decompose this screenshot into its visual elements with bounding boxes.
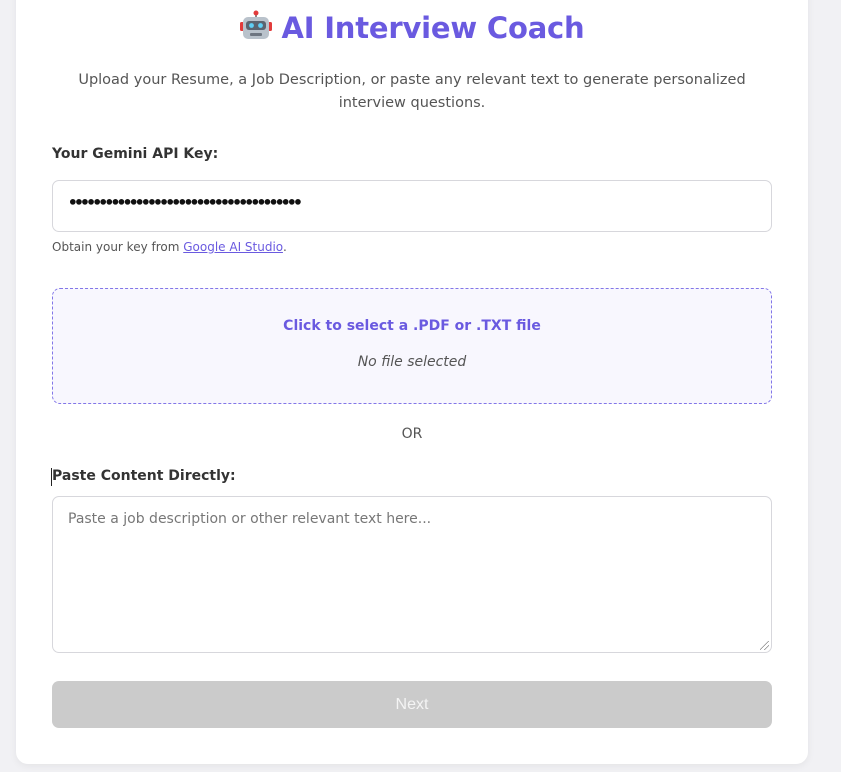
api-key-hint: Obtain your key from Google AI Studio. xyxy=(52,240,287,254)
hint-suffix: . xyxy=(282,240,287,254)
page-title: AI Interview Coach xyxy=(16,10,808,49)
api-key-masked-value: •••••••••••••••••••••••••••••••••••••• xyxy=(68,193,303,212)
main-card: AI Interview Coach Upload your Resume, a… xyxy=(16,0,808,764)
select-file-button[interactable]: Click to select a .PDF or .TXT file xyxy=(53,318,771,334)
robot-icon xyxy=(239,10,273,49)
google-ai-studio-link[interactable]: Google AI Studio xyxy=(183,240,283,254)
api-key-input[interactable]: •••••••••••••••••••••••••••••••••••••• xyxy=(52,180,772,232)
title-text: AI Interview Coach xyxy=(281,11,585,45)
textarea-placeholder: Paste a job description or other relevan… xyxy=(68,511,432,527)
text-cursor xyxy=(51,468,52,486)
or-separator: OR xyxy=(401,426,423,442)
page-subtitle: Upload your Resume, a Job Description, o… xyxy=(78,72,746,111)
api-key-label: Your Gemini API Key: xyxy=(52,146,219,162)
file-status: No file selected xyxy=(357,354,467,370)
resize-handle[interactable] xyxy=(760,641,769,650)
paste-content-textarea[interactable]: Paste a job description or other relevan… xyxy=(52,496,772,653)
next-button[interactable]: Next xyxy=(52,681,772,728)
file-dropzone[interactable]: Click to select a .PDF or .TXT file No f… xyxy=(52,288,772,404)
paste-content-label: Paste Content Directly: xyxy=(52,468,236,484)
hint-prefix: Obtain your key from xyxy=(52,240,184,254)
